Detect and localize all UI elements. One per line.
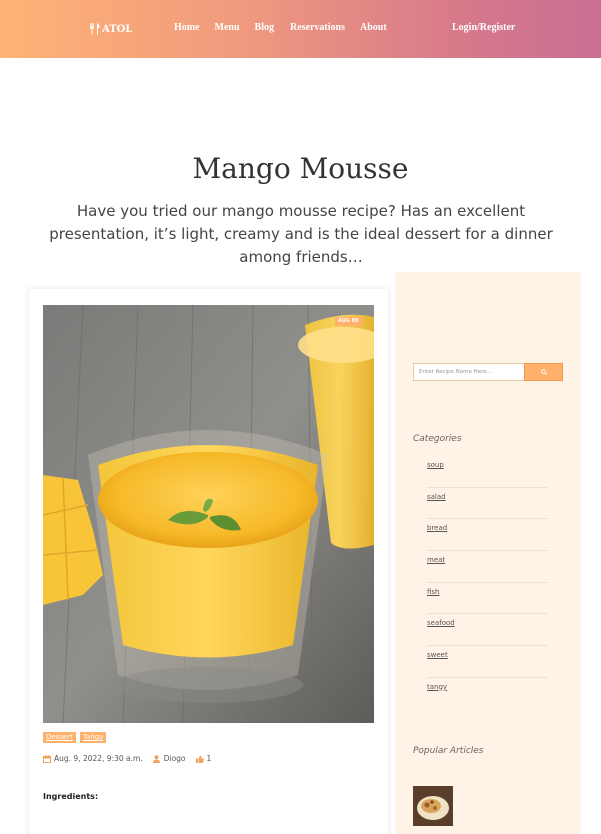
list-item: soup — [427, 456, 548, 488]
page-subtitle: Have you tried our mango mousse recipe? … — [49, 202, 553, 266]
nav-about-link[interactable]: About — [360, 22, 387, 33]
search-button[interactable] — [524, 363, 563, 381]
article-date: Aug. 9, 2022, 9:30 a.m. — [54, 754, 143, 763]
category-link-fish[interactable]: fish — [427, 588, 440, 596]
brand-name: ATOL — [102, 23, 133, 35]
nav-links: Home Menu Blog Reservations About — [174, 22, 387, 33]
popular-articles-heading: Popular Articles — [413, 746, 484, 756]
navbar: ATOL Home Menu Blog Reservations About L… — [0, 0, 601, 58]
page-title: Mango Mousse — [192, 152, 409, 185]
list-item: fish — [427, 583, 548, 615]
login-register-link[interactable]: Login/Register — [452, 22, 515, 33]
article-author[interactable]: Diogo — [164, 754, 186, 763]
list-item: sweet — [427, 646, 548, 678]
category-link-seafood[interactable]: seafood — [427, 619, 455, 627]
tag-tangy[interactable]: Tangy — [79, 732, 107, 743]
nav-menu-link[interactable]: Menu — [215, 22, 240, 33]
list-item: salad — [427, 488, 548, 520]
article-photo — [43, 305, 374, 723]
category-link-tangy[interactable]: tangy — [427, 683, 447, 691]
like-count: 1 — [206, 754, 212, 763]
category-link-meat[interactable]: meat — [427, 556, 445, 564]
search-icon — [540, 369, 547, 375]
ingredients-heading: Ingredients: — [43, 792, 99, 801]
nav-home-link[interactable]: Home — [174, 22, 200, 33]
nav-blog-link[interactable]: Blog — [255, 22, 274, 33]
brand-logo[interactable]: ATOL — [89, 21, 132, 37]
fork-knife-icon — [90, 23, 100, 35]
categories-heading: Categories — [413, 434, 462, 444]
category-link-bread[interactable]: bread — [427, 524, 447, 532]
category-list: soup salad bread meat fish seafood sweet… — [427, 456, 548, 710]
article-meta: Aug. 9, 2022, 9:30 a.m. Diogo 1 — [43, 754, 211, 763]
tag-dessert[interactable]: Dessert — [43, 732, 76, 743]
recipe-search — [413, 363, 563, 381]
list-item: seafood — [427, 614, 548, 647]
calendar-icon — [43, 754, 51, 763]
user-icon — [152, 754, 161, 763]
category-link-soup[interactable]: soup — [427, 461, 444, 469]
list-item: meat — [427, 551, 548, 583]
category-link-sweet[interactable]: sweet — [427, 651, 448, 659]
search-input[interactable] — [413, 363, 524, 381]
list-item: bread — [427, 519, 548, 552]
list-item: tangy — [427, 678, 548, 710]
popular-article-thumbnail[interactable] — [413, 786, 453, 826]
article-tags: Dessert Tangy — [43, 732, 107, 743]
category-link-salad[interactable]: salad — [427, 493, 446, 501]
nav-reservations-link[interactable]: Reservations — [290, 22, 345, 33]
date-badge: AUG 09 — [335, 317, 362, 326]
thumbs-up-icon[interactable] — [195, 755, 204, 763]
